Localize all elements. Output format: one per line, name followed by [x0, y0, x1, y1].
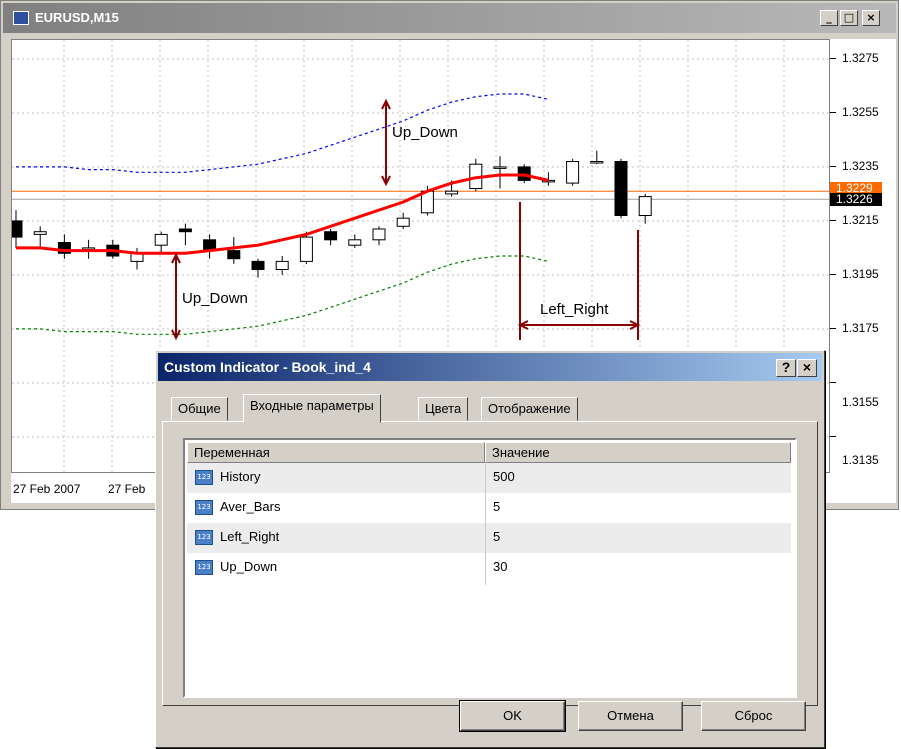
chart-window-title: EURUSD,M15 [35, 10, 119, 25]
variable-name: Left_Right [220, 529, 280, 544]
price-tick [830, 382, 836, 383]
value-cell[interactable]: 5 [493, 499, 500, 514]
candle-body [9, 220, 23, 238]
bid-price-tag: 1.3226 [830, 193, 882, 206]
price-label: 1.3135 [842, 453, 879, 467]
candle-body [299, 236, 313, 262]
tab-colors[interactable]: Цвета [418, 397, 469, 421]
candle-body [566, 161, 580, 184]
tab-display[interactable]: Отображение [481, 397, 578, 421]
table-row[interactable]: 123 Up_Down 30 [187, 553, 791, 583]
candle-body [638, 196, 652, 217]
integer-type-icon: 123 [195, 560, 213, 575]
cancel-button[interactable]: Отмена [578, 701, 683, 731]
candle-body [396, 217, 410, 227]
parameters-table[interactable]: Переменная Значение 123 History 500 123 … [183, 438, 797, 698]
ok-button[interactable]: OK [460, 701, 565, 731]
moving-average-line [16, 173, 549, 255]
price-label: 1.3255 [842, 105, 879, 119]
price-tick [830, 112, 836, 113]
tab-general[interactable]: Общие [171, 397, 228, 421]
time-label: 27 Feb [108, 482, 146, 496]
upper-band-line [16, 93, 549, 173]
table-row[interactable]: 123 Left_Right 5 [187, 523, 791, 553]
candle-body [251, 260, 265, 270]
candle-body [614, 161, 628, 216]
help-button[interactable]: ? [776, 359, 796, 377]
price-tick [830, 328, 836, 329]
price-label: 1.3275 [842, 51, 879, 65]
maximize-button[interactable]: □ [840, 10, 858, 26]
price-tick [830, 436, 836, 437]
column-header-value[interactable]: Значение [485, 442, 791, 463]
up-down-label-left: Up_Down [182, 290, 248, 307]
minimize-button[interactable]: _ [820, 10, 838, 26]
price-label: 1.3155 [842, 395, 879, 409]
price-tick [830, 58, 836, 59]
candle-body [275, 260, 289, 270]
candle-body [372, 228, 386, 241]
candle-body [227, 250, 241, 260]
price-label: 1.3195 [842, 267, 879, 281]
variable-name: History [220, 469, 261, 484]
candle-body [493, 166, 507, 169]
dialog-close-button[interactable]: × [797, 359, 817, 377]
candle-body [324, 231, 338, 241]
value-cell[interactable]: 500 [493, 469, 515, 484]
table-row[interactable]: 123 History 500 [187, 463, 791, 493]
column-divider [485, 463, 486, 585]
candle-body [348, 239, 362, 246]
column-header-variable[interactable]: Переменная [187, 442, 485, 463]
variable-name: Aver_Bars [220, 499, 281, 514]
value-cell[interactable]: 30 [493, 559, 507, 574]
candle-body [445, 190, 459, 195]
table-row[interactable]: 123 Aver_Bars 5 [187, 493, 791, 523]
price-label: 1.3215 [842, 213, 879, 227]
price-label: 1.3235 [842, 159, 879, 173]
integer-type-icon: 123 [195, 500, 213, 515]
candle-body [178, 228, 192, 233]
tab-input-parameters[interactable]: Входные параметры [243, 394, 381, 423]
dialog-title-bar[interactable]: Custom Indicator - Book_ind_4 ? × [158, 353, 822, 381]
custom-indicator-dialog: Custom Indicator - Book_ind_4 ? × Общие … [155, 350, 825, 748]
candle-body [590, 161, 604, 164]
candle-body [154, 233, 168, 246]
price-label: 1.3175 [842, 321, 879, 335]
chart-title-bar[interactable]: EURUSD,M15 _ □ × [3, 3, 896, 33]
time-label: 27 Feb 2007 [13, 482, 81, 496]
variable-name: Up_Down [220, 559, 278, 574]
integer-type-icon: 123 [195, 470, 213, 485]
candle-body [33, 231, 47, 235]
left-right-label: Left_Right [540, 301, 609, 318]
up-down-label-right: Up_Down [392, 124, 458, 141]
price-tick [830, 166, 836, 167]
close-button[interactable]: × [862, 10, 880, 26]
dialog-title: Custom Indicator - Book_ind_4 [164, 359, 371, 375]
price-tick [830, 274, 836, 275]
reset-button[interactable]: Сброс [701, 701, 806, 731]
value-cell[interactable]: 5 [493, 529, 500, 544]
price-axis: 1.3275 1.3255 1.3235 1.3215 1.3195 1.317… [830, 39, 896, 473]
integer-type-icon: 123 [195, 530, 213, 545]
chart-app-icon [13, 11, 29, 25]
price-tick [830, 220, 836, 221]
